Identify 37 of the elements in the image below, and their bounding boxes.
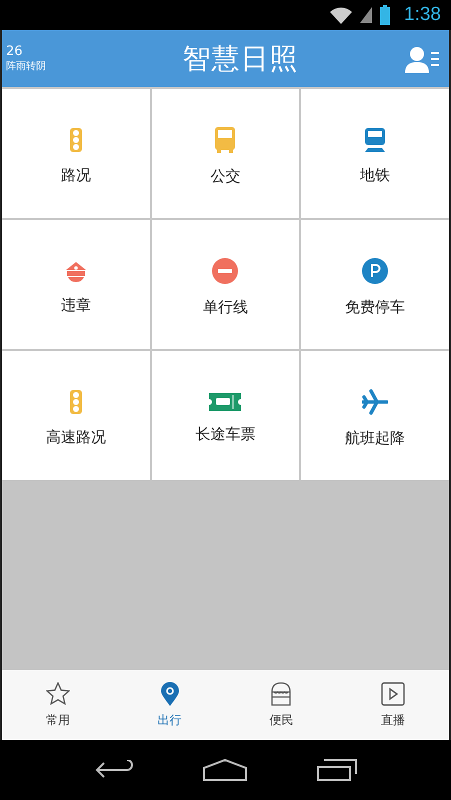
train-icon — [364, 128, 386, 152]
grid-menu-item[interactable]: 路况 — [2, 89, 150, 218]
grid-menu-item[interactable]: 长途车票 — [152, 351, 300, 480]
location-pin-icon — [160, 682, 179, 706]
back-icon[interactable] — [94, 760, 134, 780]
shop-icon — [269, 682, 294, 706]
grid-menu-item[interactable]: 地铁 — [301, 89, 449, 218]
grid-menu-item[interactable]: 单行线 — [152, 220, 300, 349]
wifi-icon — [330, 6, 352, 24]
plane-icon — [362, 389, 388, 415]
traffic-light-icon — [68, 390, 83, 414]
parking-icon — [362, 258, 388, 284]
star-icon — [46, 682, 70, 706]
bottom-tab[interactable]: 出行 — [114, 670, 226, 740]
grid-menu-item[interactable]: 公交 — [152, 89, 300, 218]
home-icon[interactable] — [202, 758, 248, 782]
bus-icon — [215, 127, 236, 153]
bottom-tab[interactable]: 直播 — [337, 670, 449, 740]
clock-time: 1:38 — [404, 4, 441, 26]
grid-menu-item[interactable]: 违章 — [2, 220, 150, 349]
police-cap-icon — [64, 260, 88, 282]
no-entry-icon — [212, 258, 238, 284]
play-icon — [381, 682, 406, 706]
battery-icon — [380, 5, 390, 25]
temperature: 26 — [6, 44, 24, 59]
ticket-icon — [209, 393, 242, 411]
grid-menu-item[interactable]: 免费停车 — [301, 220, 449, 349]
user-menu-icon[interactable] — [405, 44, 441, 72]
traffic-light-icon — [68, 128, 83, 152]
bottom-tab[interactable]: 常用 — [2, 670, 114, 740]
bottom-tab[interactable]: 便民 — [226, 670, 338, 740]
grid-menu-item[interactable]: 航班起降 — [301, 351, 449, 480]
app-title: 智慧日照 — [182, 40, 298, 76]
recent-apps-icon[interactable] — [316, 759, 357, 781]
weather-text: 阵雨转阴 — [6, 60, 47, 73]
grid-menu-item[interactable]: 高速路况 — [2, 351, 150, 480]
signal-icon — [360, 7, 372, 23]
